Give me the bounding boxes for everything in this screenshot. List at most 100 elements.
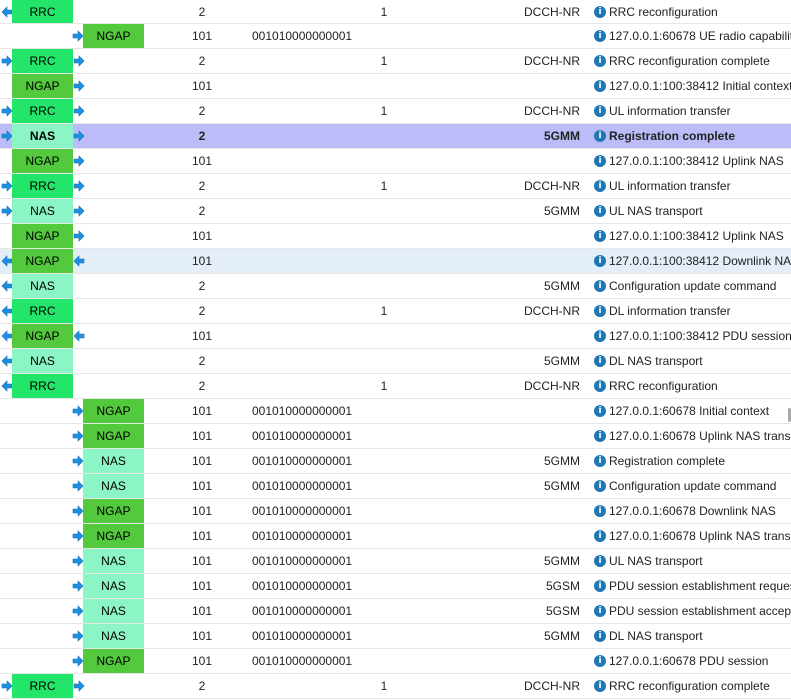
table-row[interactable]: NAS 2 5GMM i Registration complete (0, 124, 791, 149)
table-row[interactable]: RRC 2 1 DCCH-NR i UL information transfer (0, 174, 791, 199)
message-cell[interactable]: i 127.0.0.1:60678 Initial context (594, 399, 791, 423)
message-cell[interactable]: i 127.0.0.1:60678 PDU session (594, 649, 791, 673)
message-cell[interactable]: i UL NAS transport (594, 199, 791, 223)
message-cell[interactable]: i RRC reconfiguration complete (594, 674, 791, 698)
message-cell[interactable]: i Registration complete (594, 124, 791, 148)
info-icon[interactable]: i (594, 430, 606, 442)
message-cell[interactable]: i 127.0.0.1:60678 Uplink NAS transport (594, 424, 791, 448)
message-cell[interactable]: i PDU session establishment accept (594, 599, 791, 623)
table-row[interactable]: NGAP 101 001010000000001 i 127.0.0.1:60678 U… (0, 424, 791, 449)
message-cell[interactable]: i RRC reconfiguration complete (594, 49, 791, 73)
message-cell[interactable]: i UL information transfer (594, 174, 791, 198)
table-row[interactable]: NAS 2 5GMM i UL NAS transport (0, 199, 791, 224)
table-row[interactable]: RRC 2 1 DCCH-NR i DL information transfer (0, 299, 791, 324)
table-row[interactable]: RRC 2 1 DCCH-NR i RRC reconfiguration (0, 374, 791, 399)
info-icon[interactable]: i (594, 230, 606, 242)
table-row[interactable]: NAS 101 001010000000001 5GMM i DL NAS transpo… (0, 624, 791, 649)
table-row[interactable]: NGAP 101 001010000000001 i 127.0.0.1:60678 P… (0, 649, 791, 674)
info-icon[interactable]: i (594, 105, 606, 117)
message-cell[interactable]: i 127.0.0.1:60678 Uplink NAS transport (594, 524, 791, 548)
info-icon[interactable]: i (594, 155, 606, 167)
table-row[interactable]: NGAP 101 i 127.0.0.1:100:38412 PDU session (0, 324, 791, 349)
message-cell[interactable]: i DL information transfer (594, 299, 791, 323)
info-icon[interactable]: i (594, 280, 606, 292)
message-cell[interactable]: i RRC reconfiguration (594, 374, 791, 398)
info-icon[interactable]: i (594, 555, 606, 567)
message-cell[interactable]: i 127.0.0.1:100:38412 Initial context (594, 74, 791, 98)
info-icon[interactable]: i (594, 330, 606, 342)
bearer-cell (370, 499, 398, 523)
info-cell: 5GMM (544, 129, 580, 143)
info-icon[interactable]: i (594, 305, 606, 317)
ue-id-cell: 2 (198, 54, 206, 68)
message-cell[interactable]: i 127.0.0.1:60678 Downlink NAS (594, 499, 791, 523)
arrow-right-icon (73, 55, 85, 67)
message-cell[interactable]: i DL NAS transport (594, 624, 791, 648)
message-cell[interactable]: i UL NAS transport (594, 549, 791, 573)
info-icon[interactable]: i (594, 405, 606, 417)
info-icon[interactable]: i (594, 505, 606, 517)
table-row[interactable]: NAS 2 5GMM i Configuration update command (0, 274, 791, 299)
message-cell[interactable]: i 127.0.0.1:100:38412 Downlink NAS (594, 249, 791, 273)
info-icon[interactable]: i (594, 255, 606, 267)
table-row[interactable]: NAS 101 001010000000001 5GSM i PDU session es… (0, 599, 791, 624)
table-row[interactable]: NGAP 101 001010000000001 i 127.0.0.1:60678 U… (0, 524, 791, 549)
info-icon[interactable]: i (594, 80, 606, 92)
ue-id-cell: 101 (191, 79, 213, 93)
table-row[interactable]: NAS 101 001010000000001 5GMM i Registration c… (0, 449, 791, 474)
info-icon[interactable]: i (594, 655, 606, 667)
table-row[interactable]: NAS 2 5GMM i DL NAS transport (0, 349, 791, 374)
message-cell[interactable]: i UL information transfer (594, 99, 791, 123)
info-cell (504, 649, 580, 673)
message-cell[interactable]: i 127.0.0.1:100:38412 Uplink NAS (594, 149, 791, 173)
table-row[interactable]: NGAP 101 i 127.0.0.1:100:38412 Uplink NAS (0, 224, 791, 249)
info-icon[interactable]: i (594, 205, 606, 217)
table-row[interactable]: NGAP 101 i 127.0.0.1:100:38412 Uplink NAS (0, 149, 791, 174)
table-row[interactable]: RRC 2 1 DCCH-NR i RRC reconfiguration complet… (0, 674, 791, 699)
ue-id-cell: 2 (198, 279, 206, 293)
info-icon[interactable]: i (594, 680, 606, 692)
info-icon[interactable]: i (594, 180, 606, 192)
info-icon[interactable]: i (594, 380, 606, 392)
message-cell[interactable]: i 127.0.0.1:100:38412 PDU session (594, 324, 791, 348)
message-cell[interactable]: i DL NAS transport (594, 349, 791, 373)
info-icon[interactable]: i (594, 355, 606, 367)
message-cell[interactable]: i Configuration update command (594, 474, 791, 498)
bearer-cell (370, 224, 398, 248)
info-icon[interactable]: i (594, 130, 606, 142)
table-row[interactable]: NGAP 101 i 127.0.0.1:100:38412 Downlink NAS (0, 249, 791, 274)
table-row[interactable]: NGAP 101 i 127.0.0.1:100:38412 Initial cont… (0, 74, 791, 99)
info-icon[interactable]: i (594, 605, 606, 617)
info-icon[interactable]: i (594, 530, 606, 542)
message-text: 127.0.0.1:60678 Uplink NAS transport (609, 529, 791, 543)
table-row[interactable]: NAS 101 001010000000001 5GMM i UL NAS transpo… (0, 549, 791, 574)
message-cell[interactable]: i RRC reconfiguration (594, 0, 791, 23)
info-icon[interactable]: i (594, 455, 606, 467)
table-row[interactable]: NAS 101 001010000000001 5GMM i Configuration … (0, 474, 791, 499)
message-text: 127.0.0.1:60678 Initial context (609, 404, 770, 418)
table-row[interactable]: NGAP 101 001010000000001 i 127.0.0.1:60678 U… (0, 24, 791, 49)
info-icon[interactable]: i (594, 30, 606, 42)
table-row[interactable]: RRC 2 1 DCCH-NR i RRC reconfiguration complet… (0, 49, 791, 74)
info-icon[interactable]: i (594, 580, 606, 592)
info-icon[interactable]: i (594, 55, 606, 67)
info-cell (504, 24, 580, 48)
table-row[interactable]: NGAP 101 001010000000001 i 127.0.0.1:60678 I… (0, 399, 791, 424)
info-cell: 5GSM (545, 579, 580, 593)
bearer-cell (370, 624, 398, 648)
info-icon[interactable]: i (594, 480, 606, 492)
info-icon[interactable]: i (594, 5, 606, 18)
message-cell[interactable]: i PDU session establishment request (594, 574, 791, 598)
message-cell[interactable]: i 127.0.0.1:100:38412 Uplink NAS (594, 224, 791, 248)
table-row[interactable]: NGAP 101 001010000000001 i 127.0.0.1:60678 D… (0, 499, 791, 524)
info-icon[interactable]: i (594, 630, 606, 642)
message-cell[interactable]: i Registration complete (594, 449, 791, 473)
message-cell[interactable]: i Configuration update command (594, 274, 791, 298)
table-row[interactable]: RRC 2 1 DCCH-NR i UL information transfer (0, 99, 791, 124)
bearer-cell (370, 474, 398, 498)
table-row[interactable]: RRC 2 1 DCCH-NR i RRC reconfiguration (0, 0, 791, 24)
message-cell[interactable]: i 127.0.0.1:60678 UE radio capability (594, 24, 791, 48)
table-row[interactable]: NAS 101 001010000000001 5GSM i PDU session es… (0, 574, 791, 599)
bearer-cell (370, 524, 398, 548)
arrow-right-icon (73, 55, 85, 67)
